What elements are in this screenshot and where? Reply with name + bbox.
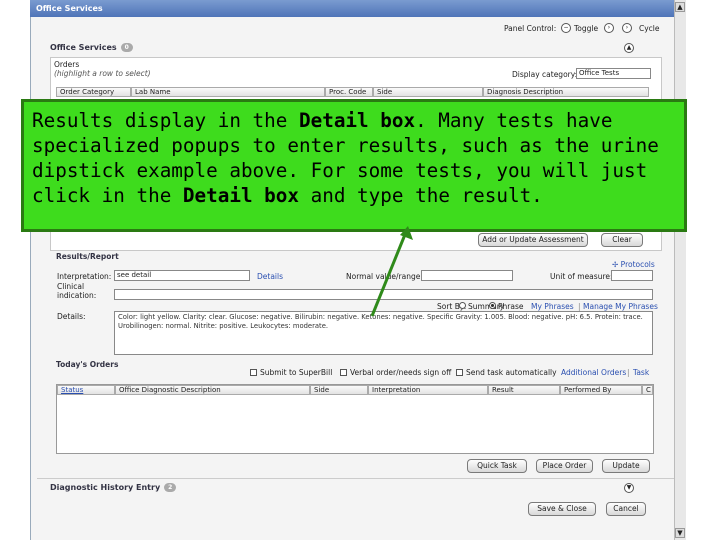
toggle-button[interactable]: Toggle xyxy=(574,24,598,33)
todays-orders-title: Today's Orders xyxy=(56,360,119,369)
orders-col-side[interactable]: Side xyxy=(373,87,483,97)
vertical-scrollbar[interactable] xyxy=(674,0,686,540)
place-order-button[interactable]: Place Order xyxy=(536,459,593,473)
send-task-label: Send task automatically xyxy=(466,368,557,377)
scroll-down-button[interactable]: ▼ xyxy=(675,528,685,538)
col-result[interactable]: Result xyxy=(488,385,560,395)
unit-input[interactable] xyxy=(611,270,653,281)
col-description[interactable]: Office Diagnostic Description xyxy=(115,385,310,395)
interpretation-label: Interpretation: xyxy=(57,272,112,281)
task-link[interactable]: Task xyxy=(633,368,649,377)
orders-col-category[interactable]: Order Category xyxy=(56,87,131,97)
orders-col-diagnosis[interactable]: Diagnosis Description xyxy=(483,87,649,97)
cancel-button[interactable]: Cancel xyxy=(606,502,646,516)
orders-divider: | xyxy=(627,368,630,377)
office-services-label: Office Services xyxy=(50,43,117,52)
clinical-indication-label: Clinical indication: xyxy=(57,282,97,300)
collapse-office-services-icon[interactable]: ▲ xyxy=(624,43,634,53)
display-category-select[interactable]: Office Tests xyxy=(576,68,651,79)
instruction-callout: Results display in the Detail box. Many … xyxy=(21,99,687,232)
display-category-label: Display category: xyxy=(512,70,578,79)
toggle-arrow-icon[interactable]: › xyxy=(604,23,614,33)
callout-text-1: Results display in the xyxy=(32,109,299,132)
manage-phrases-link[interactable]: Manage My Phrases xyxy=(583,302,658,311)
phrase-divider: | xyxy=(578,302,581,311)
green-arrow xyxy=(370,226,413,317)
panel-control-label: Panel Control: xyxy=(504,24,557,33)
expand-diagnostic-history-icon[interactable]: ▼ xyxy=(624,483,634,493)
col-c[interactable]: C xyxy=(642,385,653,395)
additional-orders-link[interactable]: Additional Orders xyxy=(561,368,626,377)
office-services-badge: 0 xyxy=(120,43,133,52)
sort-phrase-label: Phrase xyxy=(498,302,524,311)
save-close-button[interactable]: Save & Close xyxy=(528,502,596,516)
add-update-assessment-button[interactable]: Add or Update Assessment xyxy=(478,233,588,247)
details-link[interactable]: Details xyxy=(257,272,283,281)
results-report-title: Results/Report xyxy=(56,252,119,261)
details-label: Details: xyxy=(57,312,86,321)
verbal-order-checkbox[interactable] xyxy=(340,369,347,376)
my-phrases-link[interactable]: My Phrases xyxy=(531,302,574,311)
office-services-title: Office Services 0 xyxy=(50,43,133,52)
callout-text-3: and type the result. xyxy=(299,184,543,207)
col-side[interactable]: Side xyxy=(310,385,368,395)
update-button[interactable]: Update xyxy=(602,459,650,473)
orders-hint: (highlight a row to select) xyxy=(54,69,151,78)
window-title: Office Services xyxy=(36,4,103,13)
window-titlebar: Office Services xyxy=(30,0,686,17)
clear-button[interactable]: Clear xyxy=(601,233,643,247)
quick-task-button[interactable]: Quick Task xyxy=(467,459,527,473)
col-status[interactable]: Status xyxy=(57,385,115,395)
collapse-icon[interactable]: − xyxy=(561,23,571,33)
arrow-head xyxy=(400,226,413,240)
col-performed-by[interactable]: Performed By xyxy=(560,385,642,395)
section-divider xyxy=(37,478,674,479)
arrow-shaft xyxy=(370,231,408,317)
submit-superbill-checkbox[interactable] xyxy=(250,369,257,376)
normal-range-input[interactable] xyxy=(421,270,513,281)
diagnostic-history-label: Diagnostic History Entry xyxy=(50,483,161,492)
protocols-link[interactable]: ✢ Protocols xyxy=(612,260,655,269)
protocols-label: Protocols xyxy=(620,260,655,269)
orders-col-lab-name[interactable]: Lab Name xyxy=(131,87,325,97)
sort-summary-radio[interactable] xyxy=(459,302,466,309)
scroll-up-button[interactable]: ▲ xyxy=(675,2,685,12)
diagnostic-history-badge: 2 xyxy=(164,483,177,492)
callout-bold-2: Detail box xyxy=(182,184,300,207)
send-task-checkbox[interactable] xyxy=(456,369,463,376)
col-interpretation[interactable]: Interpretation xyxy=(368,385,488,395)
unit-label: Unit of measure: xyxy=(550,272,613,281)
interpretation-input[interactable]: see detail xyxy=(114,270,250,281)
submit-superbill-label: Submit to SuperBill xyxy=(260,368,333,377)
diagnostic-history-title: Diagnostic History Entry 2 xyxy=(50,483,177,492)
callout-bold-1: Detail box xyxy=(299,109,416,132)
cycle-icon[interactable]: › xyxy=(622,23,632,33)
sort-phrase-radio[interactable] xyxy=(489,302,496,309)
verbal-order-label: Verbal order/needs sign off xyxy=(350,368,452,377)
cycle-button[interactable]: Cycle xyxy=(639,24,660,33)
orders-title: Orders xyxy=(54,60,80,69)
orders-col-proc-code[interactable]: Proc. Code xyxy=(325,87,373,97)
